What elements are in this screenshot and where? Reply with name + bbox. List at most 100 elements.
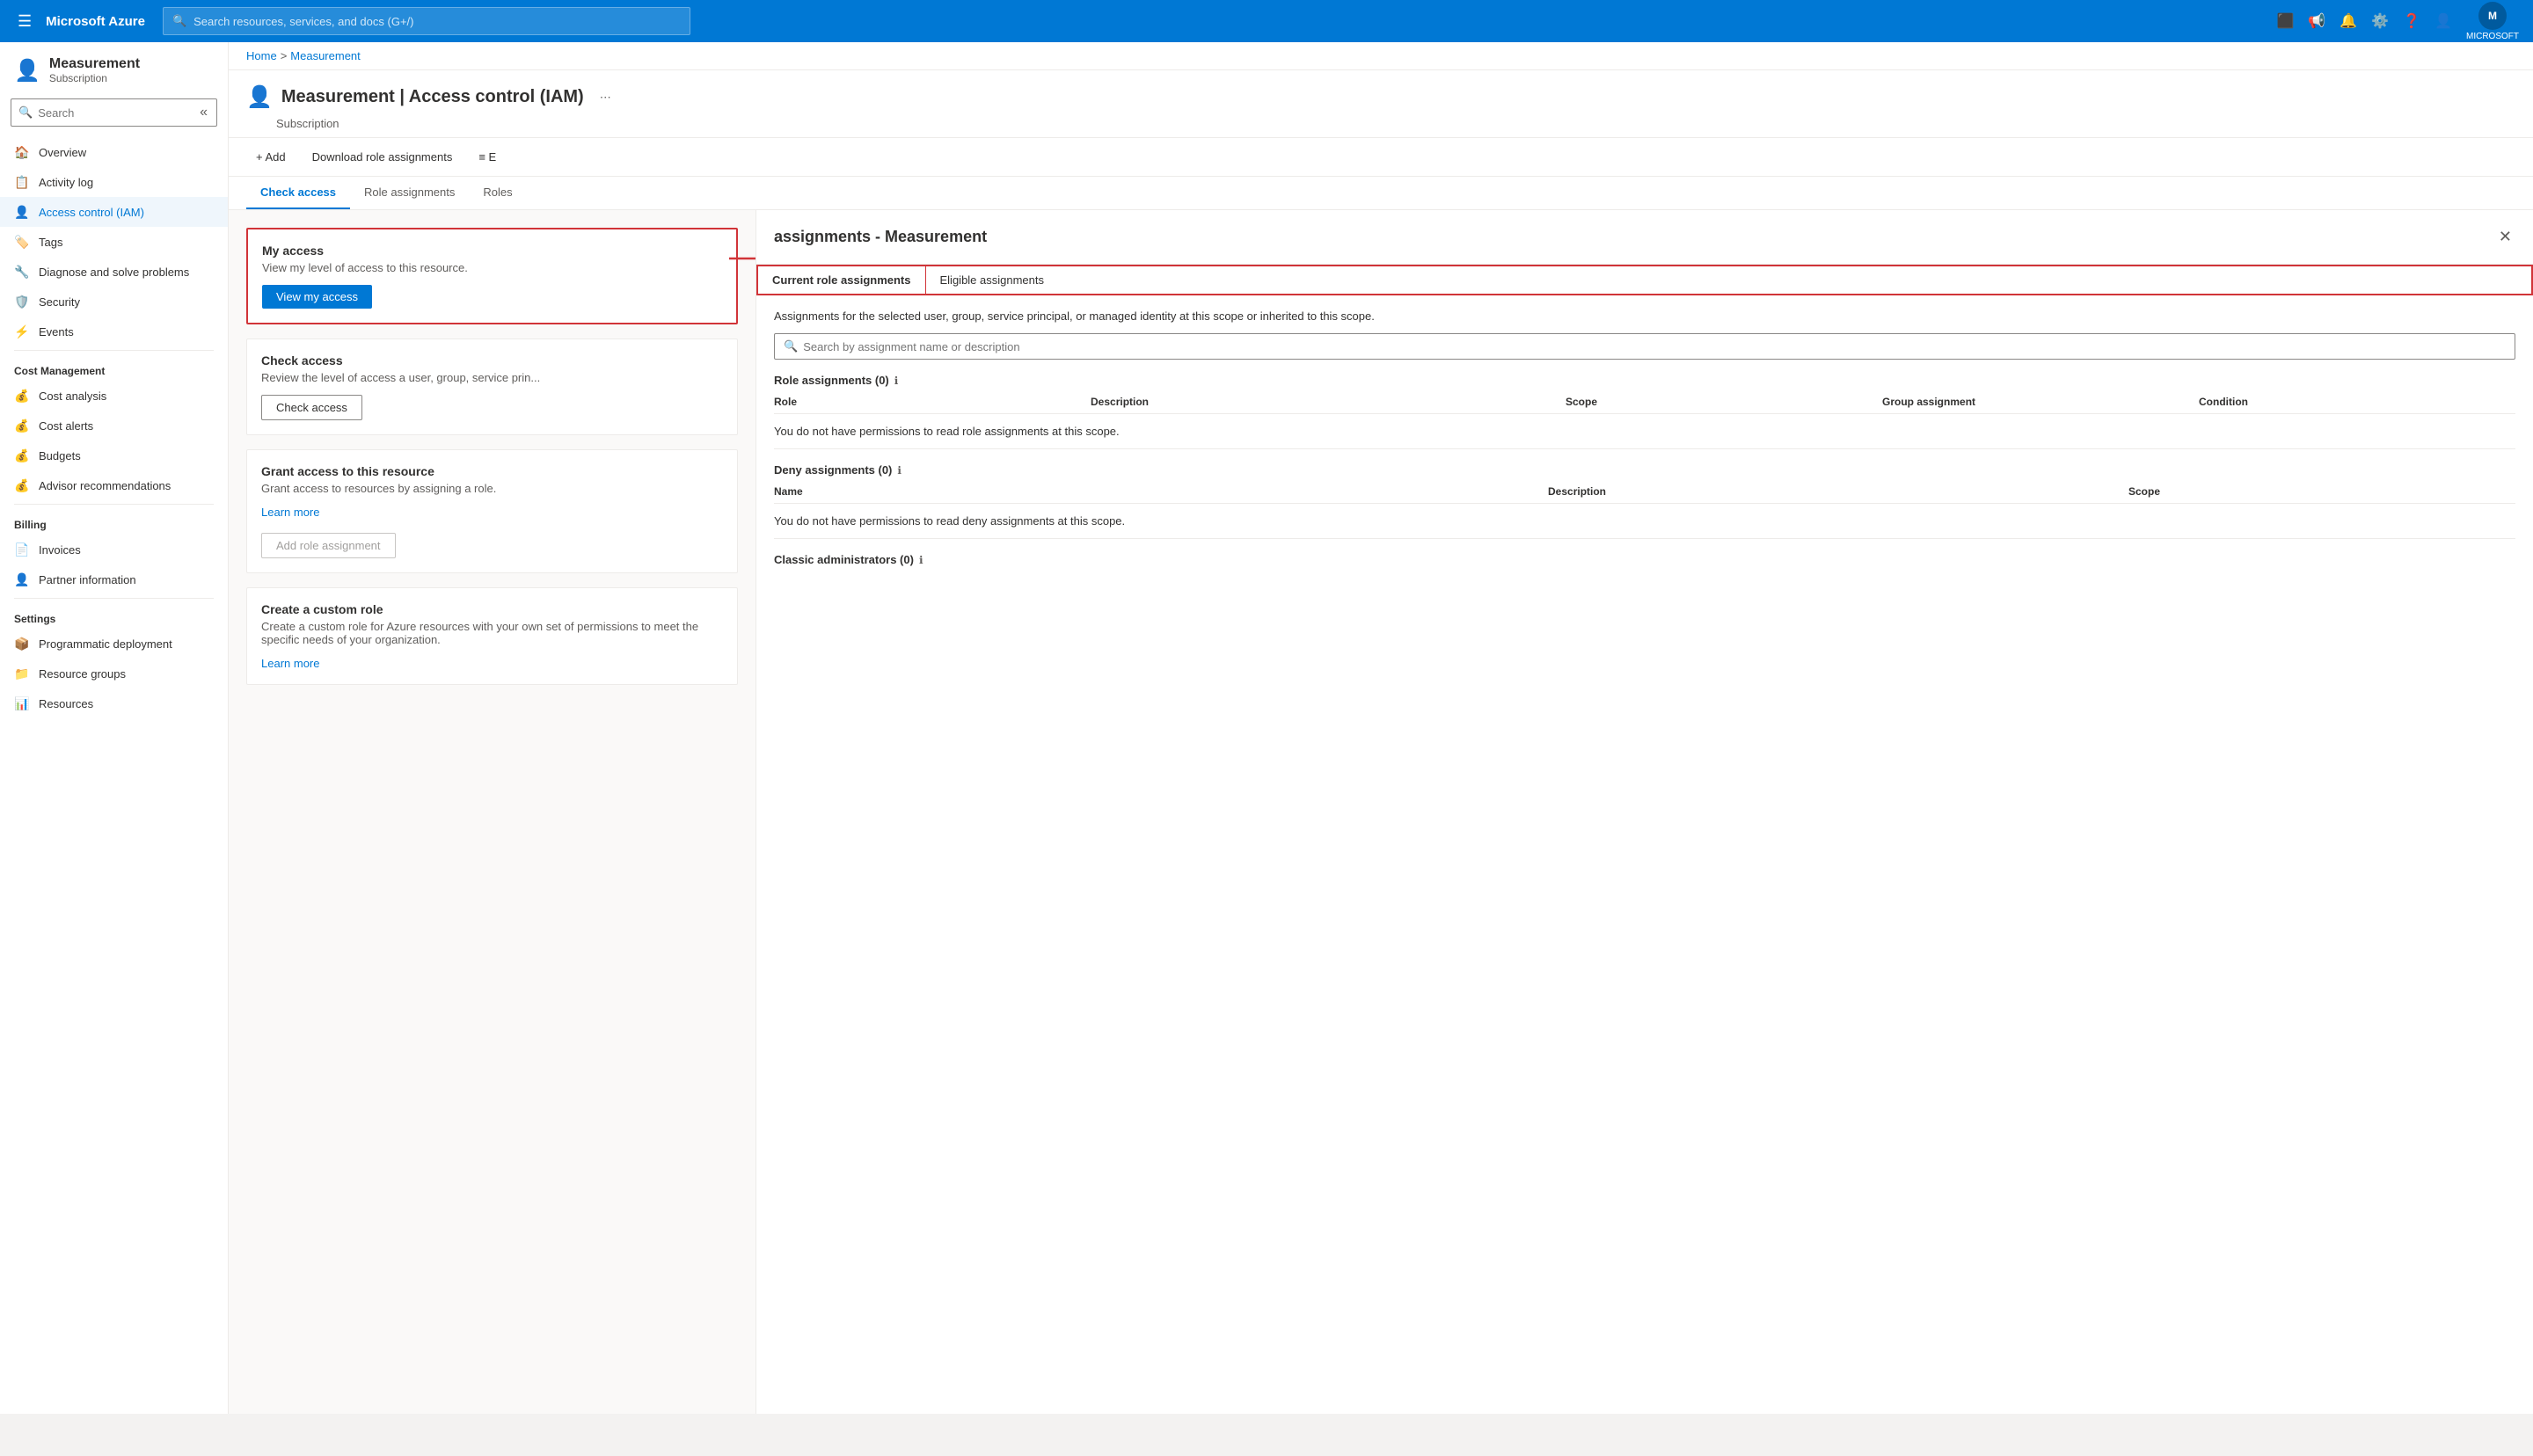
feedback-icon[interactable]: 📢 [2308, 12, 2325, 30]
classic-admins-section: Classic administrators (0) ℹ [774, 553, 2515, 566]
sidebar-item-label: Diagnose and solve problems [39, 266, 189, 279]
sidebar-item-security[interactable]: 🛡️ Security [0, 287, 228, 317]
user-menu[interactable]: M MICROSOFT [2466, 2, 2519, 41]
deny-assignments-section: Deny assignments (0) ℹ Name Description … [774, 463, 2515, 539]
check-access-description: Review the level of access a user, group… [261, 371, 723, 384]
billing-label: Billing [0, 508, 228, 535]
tab-role-assignments[interactable]: Role assignments [350, 177, 469, 209]
grant-access-card: Grant access to this resource Grant acce… [246, 449, 738, 573]
my-access-title: My access [262, 244, 722, 258]
tags-icon: 🏷️ [14, 234, 30, 250]
tab-current-role-assignments[interactable]: Current role assignments [758, 266, 926, 294]
cost-analysis-icon: 💰 [14, 388, 30, 404]
grant-access-learn-more[interactable]: Learn more [261, 506, 319, 519]
resource-groups-icon: 📁 [14, 666, 30, 681]
nav-icons: ⬛ 📢 🔔 ⚙️ ❓ 👤 M MICROSOFT [2276, 2, 2519, 41]
tab-roles[interactable]: Roles [469, 177, 526, 209]
classic-admins-label: Classic administrators (0) [774, 553, 914, 566]
grant-access-title: Grant access to this resource [261, 464, 723, 478]
sidebar-nav: 🏠 Overview 📋 Activity log 👤 Access contr… [0, 134, 228, 722]
sidebar-item-activity-log[interactable]: 📋 Activity log [0, 167, 228, 197]
check-access-button[interactable]: Check access [261, 395, 362, 420]
page-header: 👤 Measurement | Access control (IAM) ⋯ S… [229, 70, 2533, 138]
sidebar-item-label: Budgets [39, 449, 81, 462]
sidebar-item-invoices[interactable]: 📄 Invoices [0, 535, 228, 564]
sidebar-item-partner[interactable]: 👤 Partner information [0, 564, 228, 594]
breadcrumb-current[interactable]: Measurement [290, 49, 360, 62]
my-access-card: My access View my level of access to thi… [246, 228, 738, 324]
sidebar-item-access-control[interactable]: 👤 Access control (IAM) [0, 197, 228, 227]
help-icon[interactable]: ❓ [2403, 12, 2420, 30]
col-header-role: Role [774, 396, 1091, 408]
col-header-name: Name [774, 485, 1548, 498]
role-assignments-info-icon[interactable]: ℹ [894, 375, 899, 387]
invoices-icon: 📄 [14, 542, 30, 557]
hamburger-icon[interactable]: ☰ [14, 9, 35, 34]
top-nav: ☰ Microsoft Azure 🔍 Search resources, se… [0, 0, 2533, 42]
settings-icon[interactable]: ⚙️ [2371, 12, 2389, 30]
user-label: MICROSOFT [2466, 32, 2519, 41]
sidebar-item-diagnose[interactable]: 🔧 Diagnose and solve problems [0, 257, 228, 287]
sidebar-item-events[interactable]: ⚡ Events [0, 317, 228, 346]
more-options-icon[interactable]: ⋯ [600, 91, 611, 105]
sidebar-collapse-btn[interactable]: « [198, 103, 209, 122]
right-panel-close-button[interactable]: ✕ [2495, 224, 2515, 250]
right-panel-description: Assignments for the selected user, group… [774, 309, 2515, 323]
sidebar-item-label: Access control (IAM) [39, 206, 144, 219]
deny-assignments-header: Deny assignments (0) ℹ [774, 463, 2515, 477]
deny-assignments-info-icon[interactable]: ℹ [897, 464, 902, 477]
sidebar-item-programmatic[interactable]: 📦 Programmatic deployment [0, 629, 228, 659]
sidebar-item-tags[interactable]: 🏷️ Tags [0, 227, 228, 257]
view-my-access-button[interactable]: View my access [262, 285, 372, 309]
check-access-card: Check access Review the level of access … [246, 339, 738, 435]
sidebar-item-budgets[interactable]: 💰 Budgets [0, 440, 228, 470]
breadcrumb-sep: > [281, 49, 288, 62]
advisor-icon: 💰 [14, 477, 30, 493]
global-search[interactable]: 🔍 Search resources, services, and docs (… [163, 7, 690, 35]
check-access-title: Check access [261, 353, 723, 368]
sidebar-search-input[interactable] [38, 106, 193, 120]
sidebar-item-overview[interactable]: 🏠 Overview [0, 137, 228, 167]
col-header-desc: Description [1091, 396, 1566, 408]
custom-role-learn-more[interactable]: Learn more [261, 657, 319, 670]
tab-eligible-assignments[interactable]: Eligible assignments [926, 266, 1059, 294]
cloud-shell-icon[interactable]: ⬛ [2276, 12, 2294, 30]
page-title-icon: 👤 [246, 84, 273, 110]
classic-admins-header: Classic administrators (0) ℹ [774, 553, 2515, 566]
classic-admins-info-icon[interactable]: ℹ [919, 554, 923, 566]
sidebar-title-block: Measurement Subscription [49, 56, 140, 84]
add-role-assignment-button[interactable]: Add role assignment [261, 533, 396, 558]
download-button[interactable]: Download role assignments [303, 145, 463, 169]
sidebar-item-resources[interactable]: 📊 Resources [0, 688, 228, 718]
sidebar-item-cost-analysis[interactable]: 💰 Cost analysis [0, 381, 228, 411]
divider-cost [14, 350, 214, 351]
col-header-deny-scope: Scope [2128, 485, 2515, 498]
sidebar-item-resource-groups[interactable]: 📁 Resource groups [0, 659, 228, 688]
bell-icon[interactable]: 🔔 [2340, 12, 2357, 30]
breadcrumb: Home > Measurement [229, 42, 2533, 70]
sidebar-item-label: Tags [39, 236, 62, 249]
tab-check-access[interactable]: Check access [246, 177, 350, 209]
person-icon[interactable]: 👤 [2434, 12, 2452, 30]
breadcrumb-home[interactable]: Home [246, 49, 277, 62]
cost-alerts-icon: 💰 [14, 418, 30, 433]
search-icon: 🔍 [784, 339, 798, 353]
sidebar-item-label: Events [39, 325, 74, 339]
right-panel-body: Assignments for the selected user, group… [756, 295, 2533, 594]
main-layout: 👤 Measurement Subscription 🔍 « 🏠 Overvie… [0, 42, 2533, 1414]
sidebar-header: 👤 Measurement Subscription [0, 42, 228, 91]
assignment-search[interactable]: 🔍 [774, 333, 2515, 360]
grant-access-description: Grant access to resources by assigning a… [261, 482, 723, 495]
custom-role-title: Create a custom role [261, 602, 723, 616]
sidebar-item-advisor[interactable]: 💰 Advisor recommendations [0, 470, 228, 500]
role-assignments-empty: You do not have permissions to read role… [774, 414, 2515, 449]
app-logo: Microsoft Azure [46, 14, 145, 29]
budgets-icon: 💰 [14, 448, 30, 463]
sidebar-search[interactable]: 🔍 « [11, 98, 217, 127]
sidebar-item-label: Advisor recommendations [39, 479, 171, 492]
add-button[interactable]: + Add [246, 145, 296, 169]
sidebar-item-cost-alerts[interactable]: 💰 Cost alerts [0, 411, 228, 440]
edit-button[interactable]: ≡ E [469, 145, 506, 169]
assignment-search-input[interactable] [803, 340, 2506, 353]
right-panel-tabs-container: Current role assignments Eligible assign… [756, 265, 2533, 295]
